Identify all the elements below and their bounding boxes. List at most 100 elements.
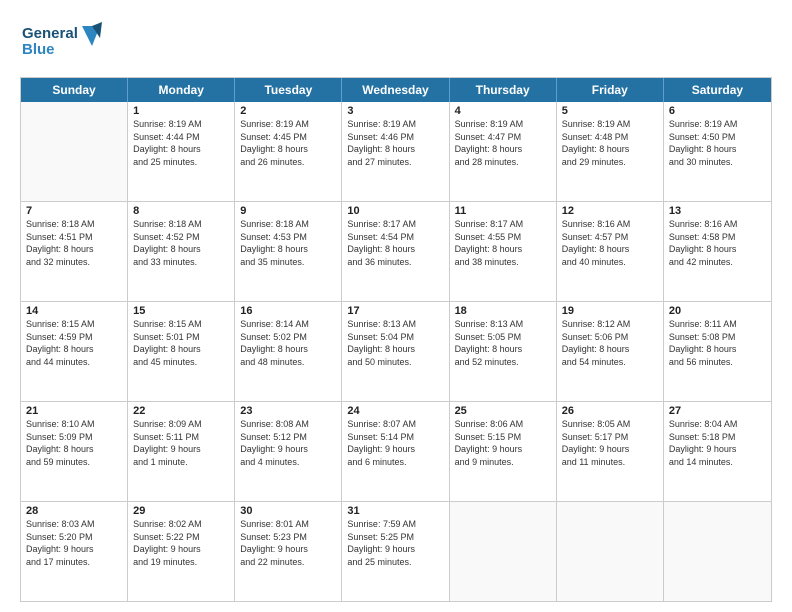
day-number: 29 [133, 505, 229, 517]
day-number: 31 [347, 505, 443, 517]
day-info: Sunrise: 8:18 AM Sunset: 4:53 PM Dayligh… [240, 218, 336, 268]
day-info: Sunrise: 8:19 AM Sunset: 4:48 PM Dayligh… [562, 118, 658, 168]
calendar: SundayMondayTuesdayWednesdayThursdayFrid… [20, 77, 772, 602]
day-info: Sunrise: 8:06 AM Sunset: 5:15 PM Dayligh… [455, 418, 551, 468]
calendar-day-7: 7Sunrise: 8:18 AM Sunset: 4:51 PM Daylig… [21, 202, 128, 301]
calendar-day-21: 21Sunrise: 8:10 AM Sunset: 5:09 PM Dayli… [21, 402, 128, 501]
calendar-day-18: 18Sunrise: 8:13 AM Sunset: 5:05 PM Dayli… [450, 302, 557, 401]
calendar-week-1: 1Sunrise: 8:19 AM Sunset: 4:44 PM Daylig… [21, 102, 771, 202]
day-info: Sunrise: 8:15 AM Sunset: 4:59 PM Dayligh… [26, 318, 122, 368]
day-info: Sunrise: 8:19 AM Sunset: 4:45 PM Dayligh… [240, 118, 336, 168]
calendar-day-28: 28Sunrise: 8:03 AM Sunset: 5:20 PM Dayli… [21, 502, 128, 601]
day-number: 30 [240, 505, 336, 517]
calendar-day-14: 14Sunrise: 8:15 AM Sunset: 4:59 PM Dayli… [21, 302, 128, 401]
day-info: Sunrise: 8:04 AM Sunset: 5:18 PM Dayligh… [669, 418, 766, 468]
day-number: 13 [669, 205, 766, 217]
day-info: Sunrise: 8:14 AM Sunset: 5:02 PM Dayligh… [240, 318, 336, 368]
day-number: 15 [133, 305, 229, 317]
calendar-day-19: 19Sunrise: 8:12 AM Sunset: 5:06 PM Dayli… [557, 302, 664, 401]
day-info: Sunrise: 7:59 AM Sunset: 5:25 PM Dayligh… [347, 518, 443, 568]
day-number: 17 [347, 305, 443, 317]
calendar-body: 1Sunrise: 8:19 AM Sunset: 4:44 PM Daylig… [21, 102, 771, 601]
empty-cell [450, 502, 557, 601]
calendar-day-9: 9Sunrise: 8:18 AM Sunset: 4:53 PM Daylig… [235, 202, 342, 301]
day-number: 3 [347, 105, 443, 117]
day-header-tuesday: Tuesday [235, 78, 342, 102]
calendar-day-27: 27Sunrise: 8:04 AM Sunset: 5:18 PM Dayli… [664, 402, 771, 501]
calendar-header: SundayMondayTuesdayWednesdayThursdayFrid… [21, 78, 771, 102]
day-number: 16 [240, 305, 336, 317]
day-number: 8 [133, 205, 229, 217]
empty-cell [21, 102, 128, 201]
calendar-day-4: 4Sunrise: 8:19 AM Sunset: 4:47 PM Daylig… [450, 102, 557, 201]
day-number: 26 [562, 405, 658, 417]
calendar-day-30: 30Sunrise: 8:01 AM Sunset: 5:23 PM Dayli… [235, 502, 342, 601]
day-number: 24 [347, 405, 443, 417]
day-number: 11 [455, 205, 551, 217]
day-number: 27 [669, 405, 766, 417]
calendar-day-12: 12Sunrise: 8:16 AM Sunset: 4:57 PM Dayli… [557, 202, 664, 301]
day-info: Sunrise: 8:02 AM Sunset: 5:22 PM Dayligh… [133, 518, 229, 568]
day-number: 2 [240, 105, 336, 117]
calendar-day-3: 3Sunrise: 8:19 AM Sunset: 4:46 PM Daylig… [342, 102, 449, 201]
day-number: 19 [562, 305, 658, 317]
day-header-sunday: Sunday [21, 78, 128, 102]
day-info: Sunrise: 8:11 AM Sunset: 5:08 PM Dayligh… [669, 318, 766, 368]
calendar-week-5: 28Sunrise: 8:03 AM Sunset: 5:20 PM Dayli… [21, 502, 771, 601]
day-number: 14 [26, 305, 122, 317]
calendar-day-10: 10Sunrise: 8:17 AM Sunset: 4:54 PM Dayli… [342, 202, 449, 301]
calendar-day-16: 16Sunrise: 8:14 AM Sunset: 5:02 PM Dayli… [235, 302, 342, 401]
day-number: 10 [347, 205, 443, 217]
day-info: Sunrise: 8:19 AM Sunset: 4:47 PM Dayligh… [455, 118, 551, 168]
calendar-day-1: 1Sunrise: 8:19 AM Sunset: 4:44 PM Daylig… [128, 102, 235, 201]
calendar-week-4: 21Sunrise: 8:10 AM Sunset: 5:09 PM Dayli… [21, 402, 771, 502]
day-info: Sunrise: 8:13 AM Sunset: 5:05 PM Dayligh… [455, 318, 551, 368]
day-info: Sunrise: 8:03 AM Sunset: 5:20 PM Dayligh… [26, 518, 122, 568]
day-header-monday: Monday [128, 78, 235, 102]
calendar-day-13: 13Sunrise: 8:16 AM Sunset: 4:58 PM Dayli… [664, 202, 771, 301]
calendar-day-25: 25Sunrise: 8:06 AM Sunset: 5:15 PM Dayli… [450, 402, 557, 501]
day-info: Sunrise: 8:05 AM Sunset: 5:17 PM Dayligh… [562, 418, 658, 468]
day-info: Sunrise: 8:12 AM Sunset: 5:06 PM Dayligh… [562, 318, 658, 368]
day-info: Sunrise: 8:08 AM Sunset: 5:12 PM Dayligh… [240, 418, 336, 468]
day-info: Sunrise: 8:15 AM Sunset: 5:01 PM Dayligh… [133, 318, 229, 368]
calendar-day-8: 8Sunrise: 8:18 AM Sunset: 4:52 PM Daylig… [128, 202, 235, 301]
day-header-saturday: Saturday [664, 78, 771, 102]
calendar-day-2: 2Sunrise: 8:19 AM Sunset: 4:45 PM Daylig… [235, 102, 342, 201]
day-number: 4 [455, 105, 551, 117]
day-number: 23 [240, 405, 336, 417]
calendar-week-3: 14Sunrise: 8:15 AM Sunset: 4:59 PM Dayli… [21, 302, 771, 402]
calendar-day-31: 31Sunrise: 7:59 AM Sunset: 5:25 PM Dayli… [342, 502, 449, 601]
day-info: Sunrise: 8:10 AM Sunset: 5:09 PM Dayligh… [26, 418, 122, 468]
day-header-wednesday: Wednesday [342, 78, 449, 102]
svg-text:General: General [22, 25, 78, 42]
empty-cell [664, 502, 771, 601]
day-info: Sunrise: 8:19 AM Sunset: 4:50 PM Dayligh… [669, 118, 766, 168]
day-header-thursday: Thursday [450, 78, 557, 102]
day-info: Sunrise: 8:16 AM Sunset: 4:58 PM Dayligh… [669, 218, 766, 268]
calendar-day-23: 23Sunrise: 8:08 AM Sunset: 5:12 PM Dayli… [235, 402, 342, 501]
day-number: 22 [133, 405, 229, 417]
logo: General Blue [20, 18, 110, 67]
calendar-day-5: 5Sunrise: 8:19 AM Sunset: 4:48 PM Daylig… [557, 102, 664, 201]
day-info: Sunrise: 8:19 AM Sunset: 4:46 PM Dayligh… [347, 118, 443, 168]
day-number: 7 [26, 205, 122, 217]
day-info: Sunrise: 8:17 AM Sunset: 4:55 PM Dayligh… [455, 218, 551, 268]
day-info: Sunrise: 8:07 AM Sunset: 5:14 PM Dayligh… [347, 418, 443, 468]
calendar-day-11: 11Sunrise: 8:17 AM Sunset: 4:55 PM Dayli… [450, 202, 557, 301]
day-header-friday: Friday [557, 78, 664, 102]
day-number: 9 [240, 205, 336, 217]
day-info: Sunrise: 8:17 AM Sunset: 4:54 PM Dayligh… [347, 218, 443, 268]
calendar-day-24: 24Sunrise: 8:07 AM Sunset: 5:14 PM Dayli… [342, 402, 449, 501]
page-header: General Blue [20, 18, 772, 67]
day-info: Sunrise: 8:01 AM Sunset: 5:23 PM Dayligh… [240, 518, 336, 568]
day-number: 12 [562, 205, 658, 217]
logo-icon: General Blue [20, 18, 110, 62]
calendar-week-2: 7Sunrise: 8:18 AM Sunset: 4:51 PM Daylig… [21, 202, 771, 302]
empty-cell [557, 502, 664, 601]
day-info: Sunrise: 8:16 AM Sunset: 4:57 PM Dayligh… [562, 218, 658, 268]
calendar-day-20: 20Sunrise: 8:11 AM Sunset: 5:08 PM Dayli… [664, 302, 771, 401]
calendar-day-17: 17Sunrise: 8:13 AM Sunset: 5:04 PM Dayli… [342, 302, 449, 401]
day-number: 28 [26, 505, 122, 517]
day-number: 5 [562, 105, 658, 117]
